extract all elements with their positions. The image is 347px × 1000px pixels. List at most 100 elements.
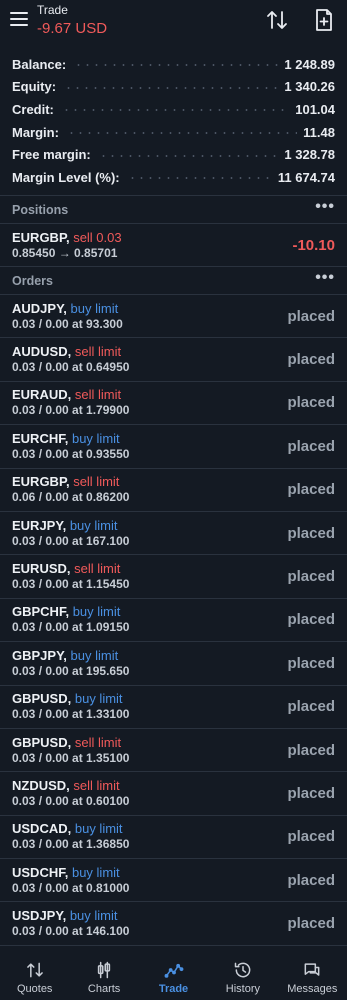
order-info: NZDUSD, sell limit 0.03 / 0.00 at 0.60100 bbox=[12, 778, 287, 809]
order-title: EURJPY, buy limit bbox=[12, 518, 287, 533]
order-info: EURJPY, buy limit 0.03 / 0.00 at 167.100 bbox=[12, 518, 287, 549]
account-value: 1 248.89 bbox=[284, 56, 335, 72]
account-value: 1 340.26 bbox=[284, 79, 335, 95]
position-title: EURGBP, sell 0.03 bbox=[12, 230, 292, 245]
order-type: buy limit bbox=[69, 517, 118, 533]
order-symbol: GBPUSD, bbox=[12, 691, 72, 707]
order-detail: 0.03 / 0.00 at 0.81000 bbox=[12, 880, 130, 895]
order-row[interactable]: EURCHF, buy limit 0.03 / 0.00 at 0.93550 p… bbox=[0, 425, 347, 469]
order-row[interactable]: NZDUSD, sell limit 0.03 / 0.00 at 0.60100… bbox=[0, 772, 347, 816]
order-info: GBPUSD, buy limit 0.03 / 0.00 at 1.33100 bbox=[12, 691, 287, 722]
order-row[interactable]: EURGBP, sell limit 0.06 / 0.00 at 0.86200… bbox=[0, 469, 347, 512]
order-row[interactable]: GBPUSD, buy limit 0.03 / 0.00 at 1.33100 p… bbox=[0, 686, 347, 729]
order-row[interactable]: GBPJPY, buy limit 0.03 / 0.00 at 195.650 p… bbox=[0, 642, 347, 686]
order-title: EURAUD, sell limit bbox=[12, 387, 287, 402]
order-info: EURCHF, buy limit 0.03 / 0.00 at 0.93550 bbox=[12, 431, 287, 462]
order-status: placed bbox=[287, 698, 335, 716]
order-status: placed bbox=[287, 524, 335, 542]
order-status: placed bbox=[287, 481, 335, 499]
nav-messages[interactable]: Messages bbox=[278, 952, 347, 1000]
dotted-leader bbox=[64, 86, 279, 89]
nav-quotes[interactable]: Quotes bbox=[0, 952, 69, 1000]
order-row[interactable]: GBPUSD, sell limit 0.03 / 0.00 at 1.35100… bbox=[0, 729, 347, 773]
order-type: buy limit bbox=[69, 908, 118, 924]
order-detail: 0.03 / 0.00 at 146.100 bbox=[12, 924, 130, 939]
account-label: Balance: bbox=[12, 56, 67, 72]
positions-list: EURGBP, sell 0.03 0.85450 → 0.85701 -10.10 bbox=[0, 224, 347, 267]
order-status: placed bbox=[287, 654, 335, 672]
order-status: placed bbox=[287, 828, 335, 846]
menu-icon[interactable] bbox=[10, 12, 28, 26]
quotes-icon bbox=[26, 962, 43, 978]
order-detail: 0.03 / 0.00 at 1.79900 bbox=[12, 403, 130, 418]
nav-trade[interactable]: Trade bbox=[139, 952, 208, 1000]
account-label: Margin Level (%): bbox=[12, 169, 120, 185]
position-side: sell 0.03 bbox=[73, 229, 122, 245]
app-header: Trade -9.67 USD bbox=[0, 0, 347, 44]
order-status: placed bbox=[287, 568, 335, 586]
dotted-leader bbox=[127, 177, 272, 180]
order-type: buy limit bbox=[71, 430, 120, 446]
account-row: Balance: 1 248.89 bbox=[0, 53, 347, 76]
order-row[interactable]: USDCHF, buy limit 0.03 / 0.00 at 0.81000 p… bbox=[0, 859, 347, 903]
order-info: AUDJPY, buy limit 0.03 / 0.00 at 93.300 bbox=[12, 301, 287, 332]
orders-more-icon[interactable]: ••• bbox=[315, 269, 335, 285]
order-row[interactable]: EURAUD, sell limit 0.03 / 0.00 at 1.79900… bbox=[0, 382, 347, 426]
order-title: EURCHF, buy limit bbox=[12, 431, 287, 446]
trade-icon bbox=[164, 963, 183, 978]
order-title: EURGBP, sell limit bbox=[12, 474, 287, 489]
dotted-leader bbox=[98, 154, 279, 157]
bottom-nav: Quotes Charts Trade History Messages bbox=[0, 952, 347, 1000]
account-label: Margin: bbox=[12, 124, 59, 140]
position-row[interactable]: EURGBP, sell 0.03 0.85450 → 0.85701 -10.10 bbox=[0, 224, 347, 267]
order-row[interactable]: USDJPY, buy limit 0.03 / 0.00 at 146.100 p… bbox=[0, 902, 347, 946]
order-title: AUDJPY, buy limit bbox=[12, 301, 287, 316]
account-label: Free margin: bbox=[12, 147, 91, 163]
order-symbol: AUDUSD, bbox=[12, 344, 72, 360]
order-row[interactable]: AUDUSD, sell limit 0.03 / 0.00 at 0.64950… bbox=[0, 338, 347, 382]
title-block: Trade -9.67 USD bbox=[37, 3, 107, 38]
account-row: Equity: 1 340.26 bbox=[0, 76, 347, 99]
orders-header: Orders ••• bbox=[0, 267, 347, 295]
order-title: EURUSD, sell limit bbox=[12, 561, 287, 576]
order-row[interactable]: AUDJPY, buy limit 0.03 / 0.00 at 93.300 pl… bbox=[0, 295, 347, 339]
order-symbol: USDCAD, bbox=[12, 821, 72, 837]
positions-more-icon[interactable]: ••• bbox=[315, 198, 335, 214]
order-type: buy limit bbox=[72, 604, 121, 620]
order-type: sell limit bbox=[73, 777, 120, 793]
order-detail: 0.06 / 0.00 at 0.86200 bbox=[12, 490, 130, 505]
order-status: placed bbox=[287, 915, 335, 933]
order-row[interactable]: EURUSD, sell limit 0.03 / 0.00 at 1.15450… bbox=[0, 555, 347, 599]
order-row[interactable]: USDCAD, buy limit 0.03 / 0.00 at 1.36850 p… bbox=[0, 816, 347, 860]
order-type: buy limit bbox=[70, 647, 119, 663]
position-info: EURGBP, sell 0.03 0.85450 → 0.85701 bbox=[12, 230, 292, 261]
position-symbol: EURGBP, bbox=[12, 229, 70, 245]
order-status: placed bbox=[287, 871, 335, 889]
order-status: placed bbox=[287, 611, 335, 629]
order-type: sell limit bbox=[74, 344, 122, 360]
order-info: EURUSD, sell limit 0.03 / 0.00 at 1.15450 bbox=[12, 561, 287, 592]
order-symbol: USDCHF, bbox=[12, 864, 69, 880]
order-status: placed bbox=[287, 784, 335, 802]
order-detail: 0.03 / 0.00 at 195.650 bbox=[12, 663, 130, 678]
order-type: sell limit bbox=[74, 561, 121, 577]
order-detail: 0.03 / 0.00 at 167.100 bbox=[12, 533, 130, 548]
order-row[interactable]: EURJPY, buy limit 0.03 / 0.00 at 167.100 p… bbox=[0, 512, 347, 556]
charts-icon bbox=[97, 961, 111, 979]
sort-icon[interactable] bbox=[265, 8, 289, 32]
nav-history[interactable]: History bbox=[208, 952, 277, 1000]
nav-label: Charts bbox=[87, 983, 121, 995]
order-info: EURGBP, sell limit 0.06 / 0.00 at 0.86200 bbox=[12, 474, 287, 505]
nav-charts[interactable]: Charts bbox=[69, 952, 138, 1000]
order-type: sell limit bbox=[73, 474, 120, 490]
order-title: USDJPY, buy limit bbox=[12, 908, 287, 923]
nav-label: History bbox=[225, 983, 261, 995]
order-row[interactable]: GBPCHF, buy limit 0.03 / 0.00 at 1.09150 p… bbox=[0, 599, 347, 643]
messages-icon bbox=[304, 963, 320, 976]
order-symbol: GBPJPY, bbox=[12, 647, 67, 663]
account-label: Credit: bbox=[12, 101, 54, 117]
orders-title: Orders bbox=[12, 273, 53, 288]
order-title: GBPJPY, buy limit bbox=[12, 648, 287, 663]
nav-label: Trade bbox=[158, 983, 189, 995]
new-order-icon[interactable] bbox=[312, 8, 336, 32]
